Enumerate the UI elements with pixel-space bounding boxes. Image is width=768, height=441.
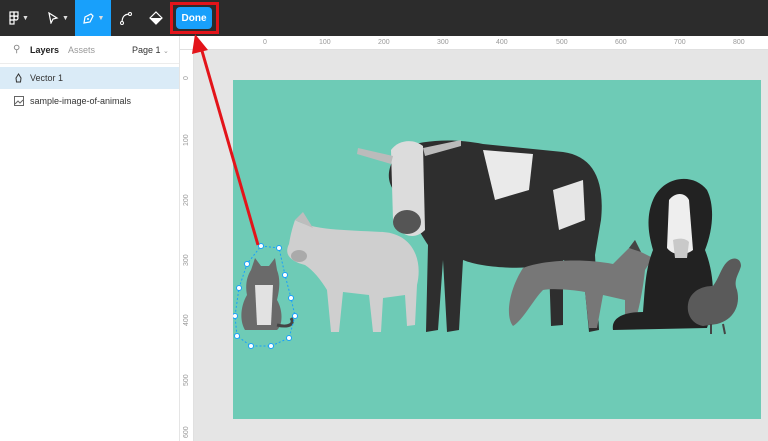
annotation-arrow	[192, 34, 260, 246]
